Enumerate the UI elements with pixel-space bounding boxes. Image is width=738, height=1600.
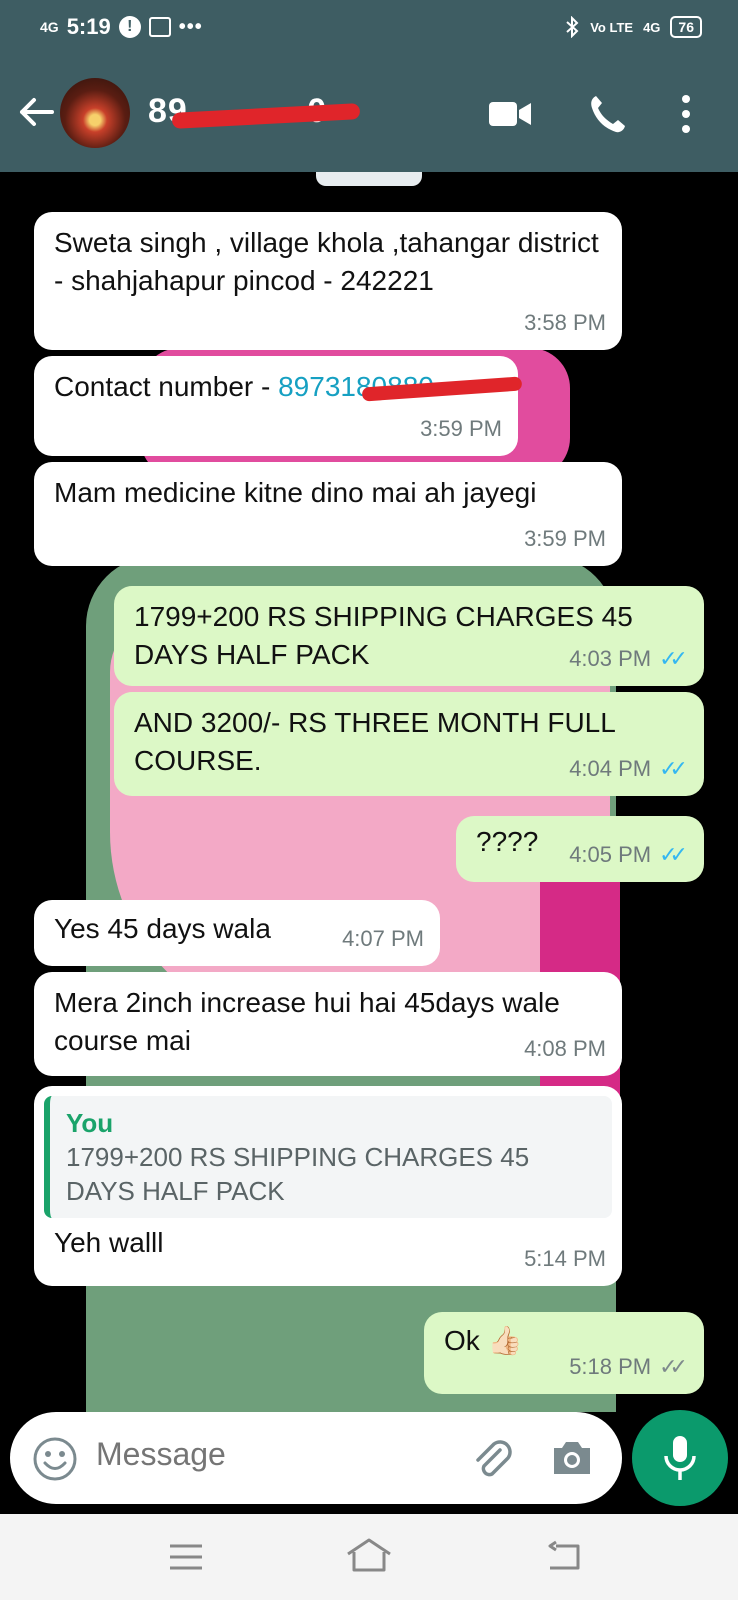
signal-indicator: 4G (40, 19, 59, 35)
incoming-message[interactable]: Contact number - 8973180880 3:59 PM (34, 356, 523, 456)
incoming-message[interactable]: Mera 2inch increase hui hai 45days wale … (34, 972, 622, 1076)
status-bar: 4G 5:19 ! ••• Vo LTE 4G 76 (0, 0, 738, 56)
date-chip (316, 172, 422, 186)
message-input[interactable] (96, 1436, 436, 1473)
incoming-message[interactable]: Yes 45 days wala 4:07 PM (34, 900, 440, 966)
voice-call-icon[interactable] (588, 94, 626, 134)
quoted-text: 1799+200 RS SHIPPING CHARGES 45 DAYS HAL… (66, 1142, 530, 1206)
read-receipt-icon: ✓✓ (659, 646, 688, 671)
status-time: 5:19 (66, 14, 111, 39)
battery-indicator: 76 (670, 16, 702, 38)
alert-icon: ! (118, 16, 141, 38)
incoming-message[interactable]: Mam medicine kitne dino mai ah jayegi 3:… (34, 462, 622, 566)
message-time: 4:05 PM (569, 842, 652, 867)
message-time: 5:18 PM (569, 1354, 652, 1379)
outgoing-message[interactable]: AND 3200/- RS THREE MONTH FULL COURSE. 4… (114, 692, 704, 796)
message-time: 4:08 PM (524, 1036, 606, 1061)
message-time: 3:59 PM (420, 416, 502, 441)
camera-icon[interactable] (550, 1438, 594, 1478)
message-time: 3:59 PM (524, 526, 606, 551)
more-notifications-icon: ••• (178, 15, 203, 38)
message-time: 4:07 PM (342, 926, 424, 951)
more-options-icon[interactable] (680, 94, 692, 134)
bluetooth-icon (566, 16, 579, 38)
attach-icon[interactable] (470, 1436, 514, 1480)
message-time: 4:03 PM (569, 646, 652, 671)
delivered-receipt-icon: ✓✓ (659, 1354, 688, 1379)
quoted-message[interactable]: You 1799+200 RS SHIPPING CHARGES 45 DAYS… (44, 1096, 612, 1218)
chat-area[interactable]: Sweta singh , village khola ,tahangar di… (0, 172, 738, 1412)
outgoing-message[interactable]: Ok 👍🏻 5:18 PM ✓✓ (424, 1312, 704, 1394)
recent-apps-icon[interactable] (168, 1542, 204, 1572)
message-composer (10, 1412, 622, 1504)
home-icon[interactable] (344, 1536, 394, 1574)
microphone-icon (664, 1436, 696, 1480)
system-back-icon[interactable] (544, 1540, 582, 1574)
mail-notification-icon (148, 17, 171, 37)
quoted-author: You (66, 1108, 114, 1138)
message-time: 4:04 PM (569, 756, 652, 781)
network-indicator: 4G (643, 19, 661, 35)
outgoing-message[interactable]: 1799+200 RS SHIPPING CHARGES 45 DAYS HAL… (114, 586, 704, 686)
emoji-icon[interactable] (32, 1436, 78, 1482)
message-text: Contact number - (54, 371, 279, 402)
contact-avatar[interactable] (60, 78, 130, 148)
outgoing-message[interactable]: ???? 4:05 PM ✓✓ (456, 816, 704, 882)
volte-indicator: Vo LTE (590, 19, 634, 35)
message-text: Sweta singh , village khola ,tahangar di… (54, 227, 599, 296)
system-nav-bar (0, 1514, 738, 1600)
message-time: 3:58 PM (524, 310, 606, 335)
chat-header: 897318080 (0, 56, 738, 172)
incoming-reply-message[interactable]: You 1799+200 RS SHIPPING CHARGES 45 DAYS… (34, 1086, 622, 1286)
message-text: Mera 2inch increase hui hai 45days wale … (54, 987, 560, 1056)
message-text: Mam medicine kitne dino mai ah jayegi (54, 477, 537, 508)
read-receipt-icon: ✓✓ (659, 842, 688, 867)
message-time: 5:14 PM (524, 1246, 606, 1271)
video-call-icon[interactable] (488, 98, 532, 130)
incoming-message[interactable]: Sweta singh , village khola ,tahangar di… (34, 212, 622, 350)
read-receipt-icon: ✓✓ (659, 756, 688, 781)
back-arrow-icon[interactable] (16, 92, 56, 132)
voice-record-button[interactable] (632, 1410, 728, 1506)
